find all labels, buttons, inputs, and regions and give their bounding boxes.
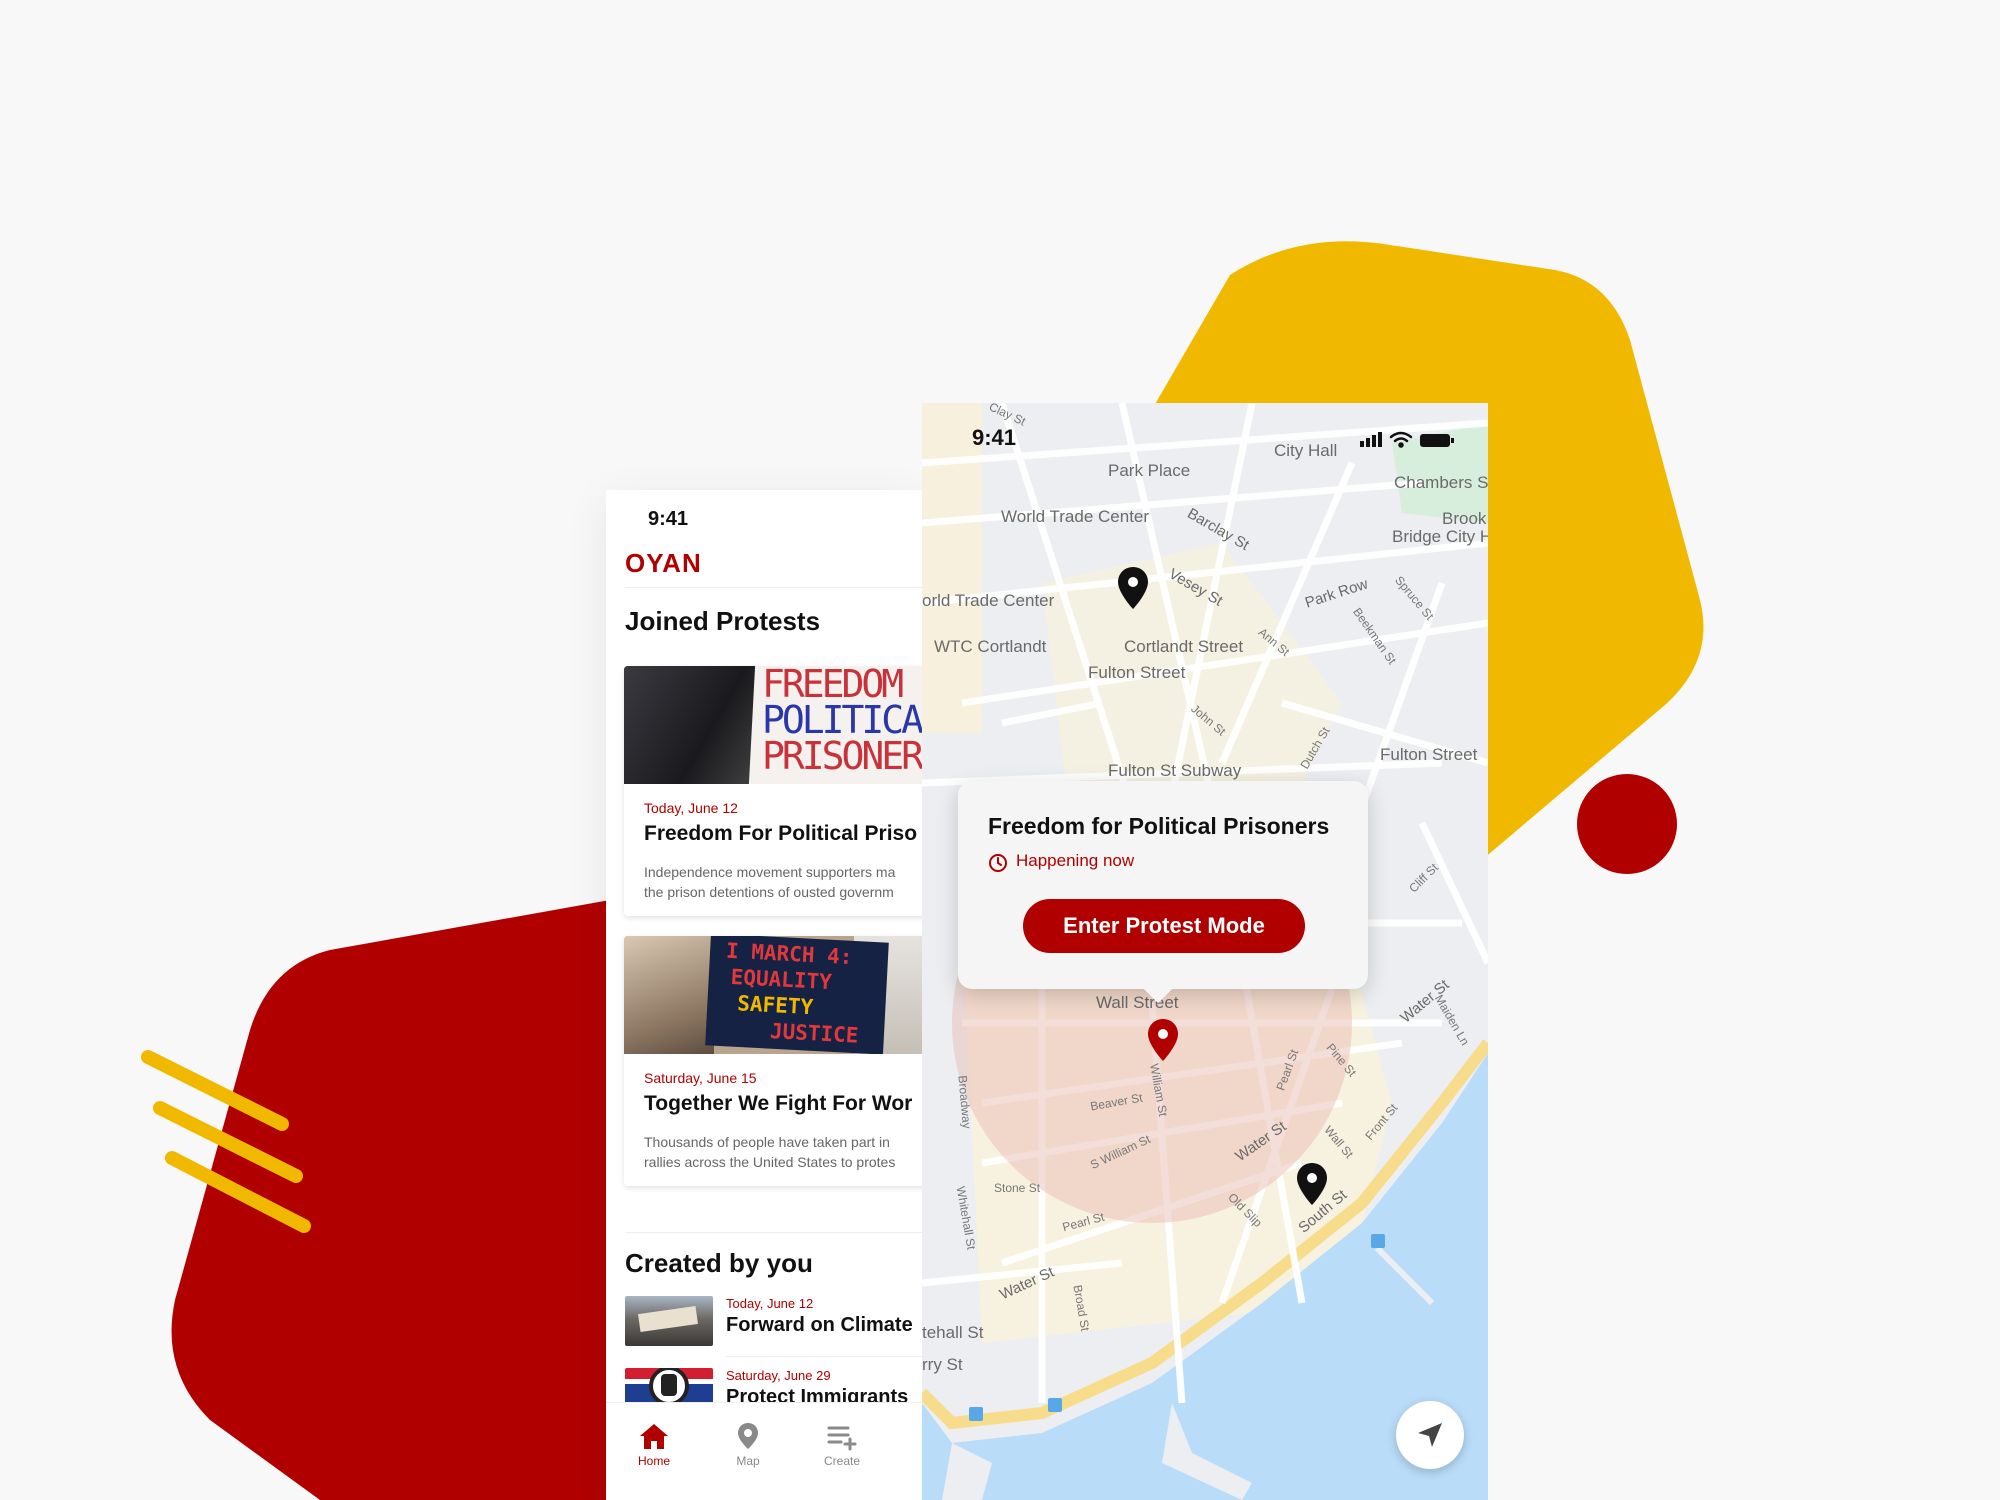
protest-description: rallies across the United States to prot… <box>644 1154 896 1170</box>
locate-me-button[interactable] <box>1396 1401 1464 1469</box>
protest-marker-icon[interactable] <box>1116 565 1150 611</box>
map-label: Fulton St Subway <box>1108 761 1242 780</box>
status-time: 9:41 <box>648 508 689 530</box>
map-label: WTC Cortlandt <box>934 637 1047 656</box>
map-label: Park Place <box>1108 461 1191 480</box>
map-label: World Trade Center <box>1001 507 1150 526</box>
sign-line: FREEDOM F <box>762 666 922 706</box>
app-logo: OYAN <box>625 548 702 578</box>
divider <box>625 587 922 588</box>
joined-protests-heading: Joined Protests <box>625 606 821 636</box>
protest-card[interactable]: FREEDOM F POLITICAL PRISONER Today, June… <box>624 666 922 916</box>
protest-thumbnail <box>625 1296 713 1346</box>
tab-map[interactable]: Map <box>718 1421 778 1468</box>
map-label: tehall St <box>922 1323 984 1342</box>
protest-thumbnail <box>625 1368 713 1404</box>
signal-icon <box>1360 432 1382 447</box>
tab-label: Map <box>736 1454 760 1468</box>
map-screen: 9:41 City Hall Park Place Chambers S Wor… <box>922 403 1488 1500</box>
protest-title: Together We Fight For Wor <box>644 1092 913 1115</box>
map-label: Cortlandt Street <box>1124 637 1244 656</box>
popup-status: Happening now <box>1016 851 1135 870</box>
street-label: Stone St <box>994 1181 1041 1195</box>
tab-label: Home <box>637 1454 670 1468</box>
divider <box>625 1232 922 1233</box>
tab-label: Create <box>823 1454 861 1468</box>
protest-title: Forward on Climate <box>726 1314 913 1336</box>
battery-icon <box>1420 434 1454 447</box>
protest-date: Today, June 12 <box>726 1296 814 1311</box>
protest-description: Thousands of people have taken part in <box>644 1134 890 1150</box>
wifi-icon <box>1389 431 1413 448</box>
protest-card-image: FREEDOM F POLITICAL PRISONER <box>624 666 922 784</box>
protest-description: the prison detentions of ousted governm <box>644 884 894 900</box>
protest-card-image: I MARCH 4: EQUALITY SAFETY JUSTICE <box>624 936 922 1054</box>
protest-date: Today, June 12 <box>644 800 738 816</box>
selected-protest-marker-icon[interactable] <box>1146 1017 1180 1063</box>
tab-home[interactable]: Home <box>624 1421 684 1468</box>
created-by-you-heading: Created by you <box>625 1248 813 1278</box>
navigation-arrow-icon <box>1418 1423 1442 1447</box>
divider <box>726 1356 922 1357</box>
red-hexagon-shape <box>171 900 611 1500</box>
map-label: rry St <box>922 1355 963 1374</box>
sign-line: POLITICAL <box>762 698 922 742</box>
map-label: Wall Street <box>1096 993 1179 1012</box>
map-label: orld Trade Center <box>922 591 1055 610</box>
map-label: Brook <box>1442 509 1487 528</box>
protest-popup: Freedom for Political Prisoners Happenin… <box>958 781 1368 1004</box>
home-icon <box>640 1424 668 1449</box>
map-label: Chambers S <box>1394 473 1488 492</box>
protest-date: Saturday, June 29 <box>726 1368 831 1383</box>
popup-title: Freedom for Political Prisoners <box>988 813 1330 839</box>
map-pin-icon <box>738 1423 758 1449</box>
protest-description: Independence movement supporters ma <box>644 864 896 880</box>
map-label: Fulton Street <box>1088 663 1186 682</box>
created-protest-item[interactable]: Today, June 12 Forward on Climate <box>625 1296 922 1350</box>
protest-date: Saturday, June 15 <box>644 1070 757 1086</box>
enter-protest-mode-button[interactable]: Enter Protest Mode <box>1023 899 1305 953</box>
red-dot-shape <box>1577 774 1677 874</box>
create-list-icon <box>827 1426 857 1451</box>
map-label: Fulton Street <box>1380 745 1478 764</box>
clock-icon <box>989 854 1007 872</box>
sign-line: PRISONER <box>762 734 922 778</box>
protest-card[interactable]: I MARCH 4: EQUALITY SAFETY JUSTICE Satur… <box>624 936 922 1186</box>
tab-create[interactable]: Create <box>812 1421 872 1468</box>
bottom-tab-bar: Home Map Create <box>606 1402 922 1500</box>
protest-marker-icon[interactable] <box>1295 1161 1329 1207</box>
protest-title: Freedom For Political Priso <box>644 822 918 845</box>
status-time: 9:41 <box>972 425 1017 450</box>
status-icons <box>1360 431 1454 448</box>
map-label: Bridge City H <box>1392 527 1488 546</box>
map-label: City Hall <box>1274 441 1338 460</box>
home-screen: 9:41 OYAN Joined Protests FREEDOM F POLI… <box>606 490 922 1500</box>
